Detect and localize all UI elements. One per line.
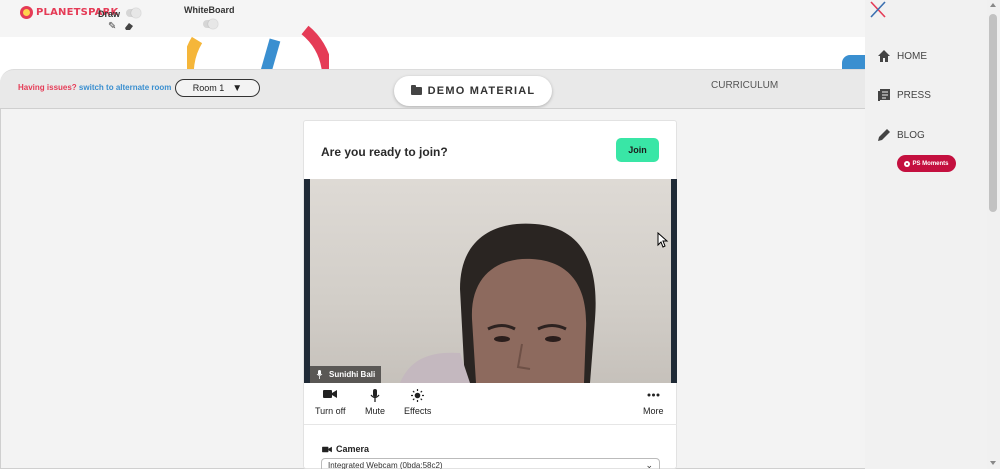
camera-small-icon [322, 446, 332, 452]
scrollbar-thumb[interactable] [989, 14, 997, 212]
pencil-tool-icon[interactable]: ✎ [108, 21, 116, 32]
media-controls: Turn off Mute Effects More [304, 383, 677, 425]
close-icon[interactable] [868, 0, 888, 20]
nav-home-label: HOME [897, 50, 927, 62]
more-icon [647, 389, 660, 402]
camera-icon [323, 389, 338, 402]
demo-material-label: DEMO MATERIAL [427, 85, 536, 97]
video-feed [310, 179, 671, 383]
nav-press-label: PRESS [897, 89, 931, 101]
participant-video-image [400, 223, 596, 383]
join-card: Are you ready to join? Join Sunidhi Bali… [303, 120, 677, 469]
turn-off-camera-button[interactable]: Turn off [315, 389, 346, 416]
join-button[interactable]: Join [616, 138, 659, 162]
issues-text: Having issues? [18, 83, 77, 92]
effects-icon [411, 389, 425, 402]
effects-label: Effects [404, 406, 432, 416]
nav-item-blog[interactable]: BLOG [877, 128, 925, 142]
ps-moments-button[interactable]: PS Moments [897, 155, 956, 172]
moments-icon [904, 160, 911, 167]
nav-item-home[interactable]: HOME [877, 49, 927, 63]
turn-off-label: Turn off [315, 406, 346, 416]
mute-label: Mute [365, 406, 386, 416]
camera-device-select[interactable]: Integrated Webcam (0bda:58c2) ⌄ [321, 458, 660, 469]
scroll-up-icon[interactable] [990, 3, 996, 7]
room-select[interactable]: Room 1 ▼ [175, 79, 260, 97]
folder-icon [410, 85, 422, 95]
effects-button[interactable]: Effects [404, 389, 431, 416]
mouse-cursor-icon [657, 232, 669, 248]
nav-item-press[interactable]: PRESS [877, 88, 931, 102]
right-nav-panel [865, 0, 987, 469]
issues-notice: Having issues? switch to alternate room [18, 83, 171, 92]
video-preview: Sunidhi Bali [304, 179, 677, 383]
camera-section-label: Camera [322, 444, 369, 454]
caret-down-icon: ▼ [232, 82, 243, 94]
microphone-icon [370, 389, 380, 402]
chevron-down-icon: ⌄ [645, 460, 653, 469]
switch-room-link[interactable]: switch to alternate room [79, 83, 171, 92]
room-select-value: Room 1 [192, 83, 225, 93]
join-prompt-title: Are you ready to join? [321, 145, 448, 159]
demo-material-button[interactable]: DEMO MATERIAL [394, 76, 552, 106]
mic-small-icon [316, 370, 323, 379]
participant-name-tag: Sunidhi Bali [310, 366, 382, 383]
draw-toggle[interactable] [126, 8, 141, 18]
curriculum-tab[interactable]: CURRICULUM [711, 80, 778, 91]
home-icon [878, 50, 890, 62]
mute-button[interactable]: Mute [365, 389, 385, 416]
press-icon [878, 89, 890, 101]
camera-device-value: Integrated Webcam (0bda:58c2) [328, 461, 443, 469]
scroll-down-icon[interactable] [990, 461, 996, 465]
draw-label: Draw [98, 9, 121, 19]
eraser-tool-icon[interactable] [124, 21, 134, 34]
meeting-page: PLANETSPARK Draw ✎ WhiteBoard Having iss… [0, 0, 1000, 469]
logo-mark-icon [20, 6, 33, 19]
participant-name: Sunidhi Bali [329, 370, 376, 379]
more-label: More [643, 406, 664, 416]
nav-blog-label: BLOG [897, 129, 925, 141]
more-button[interactable]: More [643, 389, 664, 416]
camera-label-text: Camera [336, 444, 370, 454]
ps-moments-label: PS Moments [912, 160, 949, 167]
pencil-icon [878, 129, 890, 141]
